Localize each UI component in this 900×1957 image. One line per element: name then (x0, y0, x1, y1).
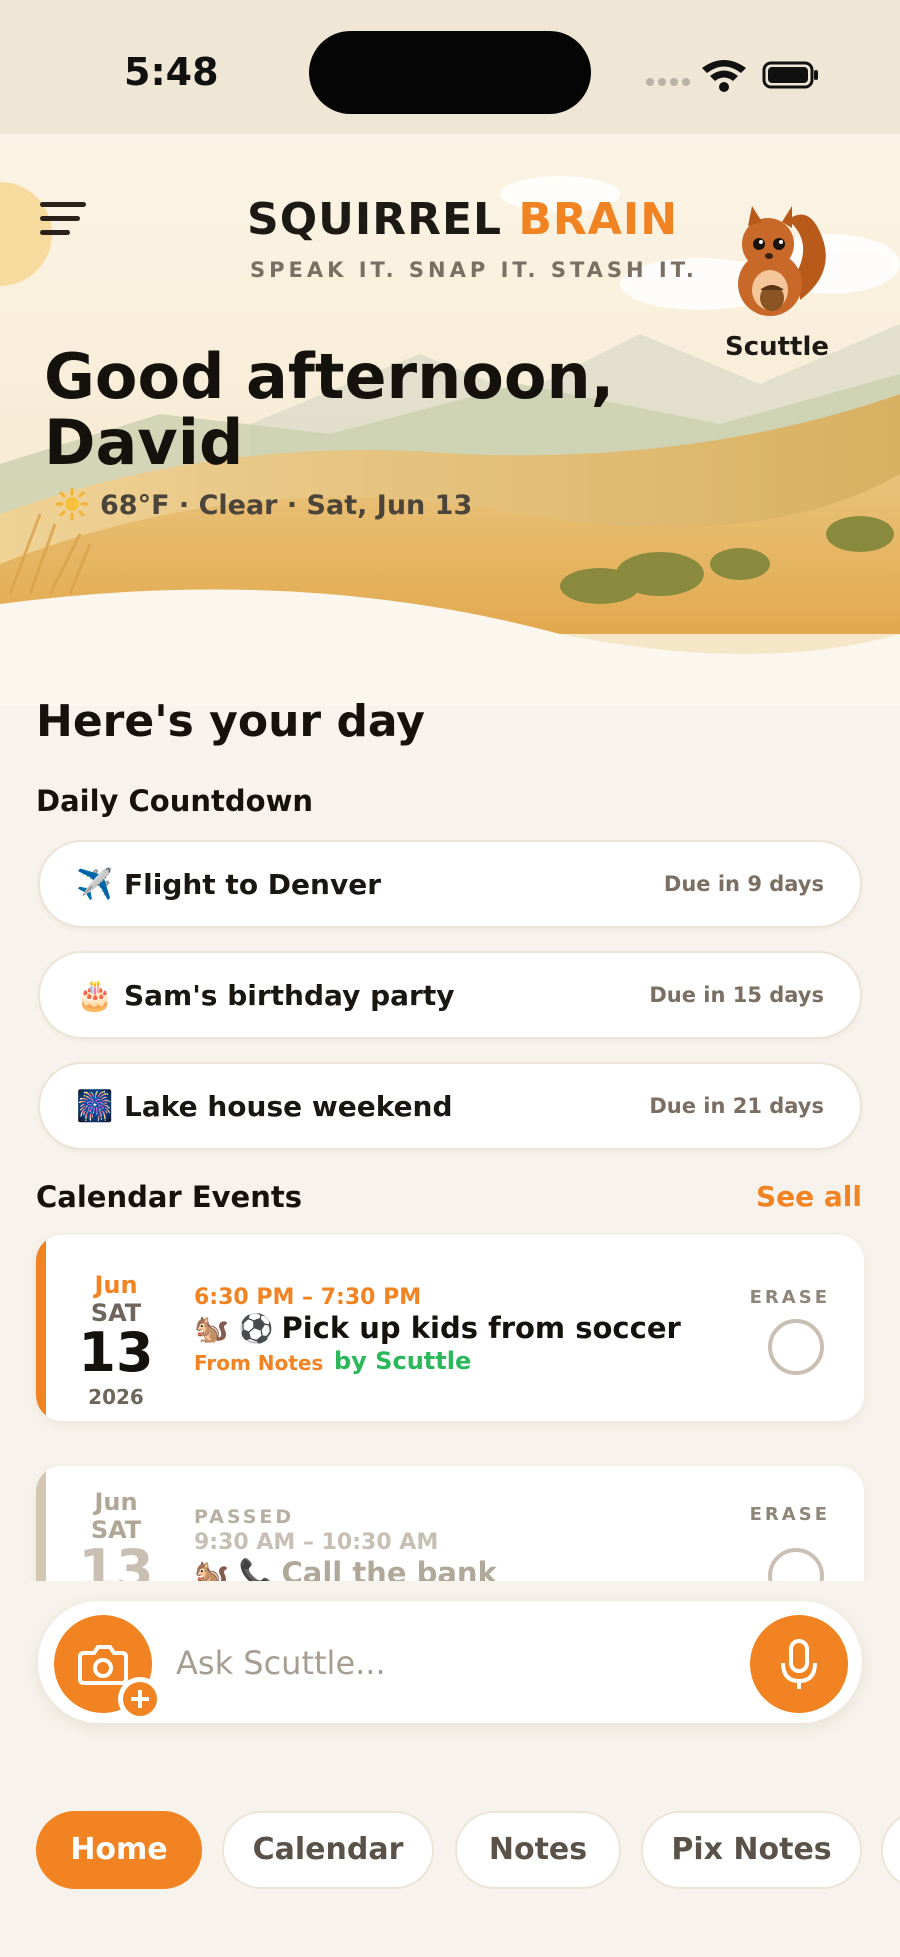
add-photo-button[interactable] (118, 1677, 162, 1721)
countdown-card[interactable]: 🎆 Lake house weekend Due in 21 days (38, 1062, 862, 1150)
event-title: Call the bank (281, 1556, 497, 1581)
countdown-heading: Daily Countdown (36, 784, 314, 818)
event-title: Pick up kids from soccer (281, 1311, 681, 1345)
ask-input[interactable] (176, 1635, 706, 1691)
calendar-heading: Calendar Events (36, 1180, 302, 1214)
microphone-button[interactable] (750, 1615, 848, 1713)
event-day: 13 (78, 1321, 154, 1384)
event-source: From Notes (194, 1351, 324, 1375)
greeting-heading: Good afternoon, David (44, 340, 615, 479)
erase-label: ERASE (749, 1287, 830, 1308)
menu-button[interactable] (36, 196, 94, 244)
event-status: PASSED (194, 1506, 295, 1528)
brand-word-2: BRAIN (518, 194, 679, 245)
event-time: 6:30 PM – 7:30 PM (194, 1285, 422, 1310)
squirrel-avatar-icon[interactable] (722, 200, 834, 322)
event-card[interactable]: Jun SAT 13 PASSED 9:30 AM – 10:30 AM 🐿️ … (36, 1466, 864, 1581)
event-year: 2026 (88, 1385, 144, 1409)
wifi-icon (702, 60, 746, 92)
sun-icon (56, 488, 88, 520)
erase-checkbox[interactable] (768, 1548, 824, 1581)
assistant-name: Scuttle (724, 332, 830, 362)
events-list[interactable]: Jun SAT 13 2026 6:30 PM – 7:30 PM 🐿️ ⚽ Pi… (0, 1225, 900, 1581)
event-title-row: 🐿️ 📞 Call the bank (194, 1556, 497, 1581)
squirrel-soccer-icon: 🐿️ ⚽ (194, 1312, 274, 1345)
fireworks-icon: 🎆 (76, 1089, 114, 1124)
weather-summary: 68°F · Clear · Sat, Jun 13 (56, 488, 472, 521)
tagline: SPEAK IT. SNAP IT. STASH IT. (250, 258, 698, 282)
countdown-title: Sam's birthday party (124, 979, 455, 1012)
status-icons (646, 60, 818, 92)
countdown-due: Due in 21 days (649, 1094, 824, 1118)
nav-pix-notes[interactable]: Pix Notes (641, 1811, 862, 1889)
airplane-icon: ✈️ (76, 867, 114, 902)
event-card[interactable]: Jun SAT 13 2026 6:30 PM – 7:30 PM 🐿️ ⚽ Pi… (36, 1235, 864, 1421)
squirrel-phone-icon: 🐿️ 📞 (194, 1557, 274, 1581)
weather-text: 68°F · Clear · Sat, Jun 13 (100, 490, 473, 521)
nav-calendar[interactable]: Calendar (222, 1811, 434, 1889)
nav-notes[interactable]: Notes (455, 1811, 621, 1889)
event-accent-bar (36, 1235, 46, 1421)
status-time: 5:48 (124, 50, 219, 94)
see-all-link[interactable]: See all (756, 1180, 862, 1213)
nav-more[interactable] (881, 1811, 900, 1889)
ask-bar (38, 1601, 862, 1723)
battery-icon (762, 61, 818, 89)
countdown-card[interactable]: ✈️ Flight to Denver Due in 9 days (38, 840, 862, 928)
microphone-icon (781, 1639, 817, 1689)
cellular-signal-icon (646, 78, 690, 86)
event-day: 13 (78, 1538, 154, 1581)
dynamic-island (309, 31, 591, 114)
app-logo: SQUIRREL BRAIN (247, 194, 678, 245)
bottom-nav: Home Calendar Notes Pix Notes (0, 1808, 900, 1894)
countdown-card[interactable]: 🎂 Sam's birthday party Due in 15 days (38, 951, 862, 1039)
event-author: by Scuttle (334, 1347, 472, 1375)
countdown-due: Due in 9 days (663, 872, 824, 896)
countdown-title: Lake house weekend (124, 1090, 453, 1123)
plus-icon (123, 1682, 157, 1716)
status-bar: 5:48 (0, 0, 900, 134)
countdown-due: Due in 15 days (649, 983, 824, 1007)
erase-checkbox[interactable] (768, 1319, 824, 1375)
day-heading: Here's your day (36, 696, 425, 747)
birthday-cake-icon: 🎂 (76, 978, 114, 1013)
brand-word-1: SQUIRREL (247, 194, 503, 245)
event-accent-bar (36, 1466, 46, 1581)
event-time: 9:30 AM – 10:30 AM (194, 1530, 439, 1555)
nav-home[interactable]: Home (36, 1811, 202, 1889)
event-title-row: 🐿️ ⚽ Pick up kids from soccer (194, 1311, 681, 1345)
countdown-title: Flight to Denver (124, 868, 382, 901)
event-month: Jun (94, 1488, 138, 1516)
erase-label: ERASE (749, 1504, 830, 1525)
event-month: Jun (94, 1271, 138, 1299)
